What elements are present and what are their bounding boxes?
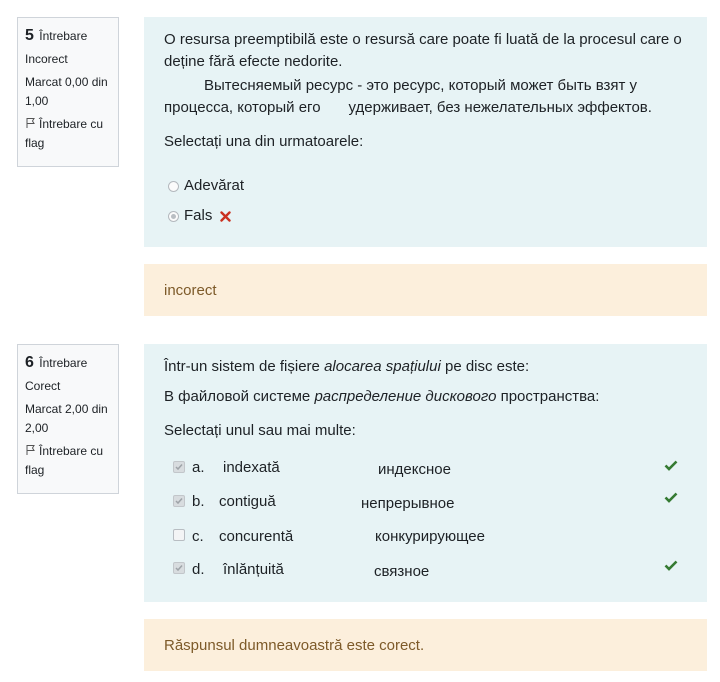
checkbox-a[interactable] xyxy=(173,461,185,473)
question-6-feedback: Răspunsul dumneavoastră este corect. xyxy=(144,619,707,671)
feedback-text: incorect xyxy=(164,281,217,299)
answer-ro-b: contiguă xyxy=(219,493,276,510)
question-5-feedback: incorect xyxy=(144,264,707,316)
question-text-ru-part2: удерживает, без нежелательных эффектов. xyxy=(348,99,652,116)
radio-true[interactable] xyxy=(168,180,179,192)
answer-letter-c: c. xyxy=(192,528,204,545)
question-label: Întrebare xyxy=(39,356,88,370)
answer-ru-d: связное xyxy=(374,563,430,580)
answer-label-true: Adevărat xyxy=(184,177,245,194)
question-number: 5 xyxy=(25,27,34,44)
incorrect-cross-icon xyxy=(220,210,232,222)
question-number-row: 5 Întrebare xyxy=(25,26,111,46)
question-text-ro: O resursa preemptibilă este o resursă ca… xyxy=(164,31,682,70)
question-state: Incorect xyxy=(25,52,68,66)
question-text-ru-part1: процесса, который его xyxy=(164,99,321,116)
checkbox-c[interactable] xyxy=(173,529,185,541)
question-number: 6 xyxy=(25,354,34,371)
question-5-formulation: O resursa preemptibilă este o resursă ca… xyxy=(144,17,707,247)
feedback-text: Răspunsul dumneavoastră este corect. xyxy=(164,636,425,654)
answer-ru-a: индексное xyxy=(378,461,451,478)
question-text-ru: В файловой системе распределение дисково… xyxy=(164,386,687,408)
question-grade: Marcat 2,00 din 2,00 xyxy=(25,402,108,435)
flag-icon xyxy=(26,118,35,128)
question-text-ro: Într-un sistem de fișiere alocarea spați… xyxy=(164,356,687,378)
answer-letter-d: d. xyxy=(192,561,205,578)
checkbox-b[interactable] xyxy=(173,495,185,507)
correct-check-icon xyxy=(664,560,678,571)
correct-check-icon xyxy=(664,492,678,503)
answer-letter-a: a. xyxy=(192,459,205,476)
answer-ro-c: concurentă xyxy=(219,528,294,545)
correct-check-icon xyxy=(664,460,678,471)
answer-ro-d: înlănțuită xyxy=(223,561,284,578)
question-6-info: 6 Întrebare Corect Marcat 2,00 din 2,00 … xyxy=(17,344,119,494)
answer-option-true[interactable]: Adevărat xyxy=(168,175,244,197)
radio-false[interactable] xyxy=(168,210,179,222)
question-text-ro-a: Într-un sistem de fișiere xyxy=(164,358,325,375)
question-grade: Marcat 0,00 din 1,00 xyxy=(25,75,108,108)
answer-ro-a: indexată xyxy=(223,459,280,476)
question-label: Întrebare xyxy=(39,29,88,43)
answer-option-false[interactable]: Fals xyxy=(168,205,232,227)
flag-icon xyxy=(26,445,35,455)
checkbox-d[interactable] xyxy=(173,562,185,574)
question-text-ru-a: В файловой системе xyxy=(164,388,315,405)
question-text-ru-line2: процесса, который его удерживает, без неж… xyxy=(164,97,687,119)
answer-prompt: Selectați una din urmatoarele: xyxy=(164,133,364,150)
flag-question-link[interactable]: Întrebare cu flag xyxy=(25,442,111,480)
answer-ru-c: конкурирующее xyxy=(375,528,485,545)
question-state: Corect xyxy=(25,379,61,393)
question-text-ro-b: pe disc este: xyxy=(440,358,530,375)
question-text-ro-emphasis: alocarea spațiului xyxy=(324,358,441,375)
answer-label-false: Fals xyxy=(184,207,213,224)
question-number-row: 6 Întrebare xyxy=(25,353,111,373)
flag-question-link[interactable]: Întrebare cu flag xyxy=(25,115,111,153)
question-text-ru-line1: Вытесняемый ресурс - это ресурс, который… xyxy=(204,77,638,94)
question-text-ru-b: пространства: xyxy=(496,388,600,405)
question-6-formulation: Într-un sistem de fișiere alocarea spați… xyxy=(144,344,707,602)
answer-prompt: Selectați unul sau mai multe: xyxy=(164,422,356,439)
answer-ru-b: непрерывное xyxy=(361,495,455,512)
answer-letter-b: b. xyxy=(192,493,205,510)
question-5-info: 5 Întrebare Incorect Marcat 0,00 din 1,0… xyxy=(17,17,119,167)
question-text-ru-emphasis: распределение дискового xyxy=(314,388,497,405)
